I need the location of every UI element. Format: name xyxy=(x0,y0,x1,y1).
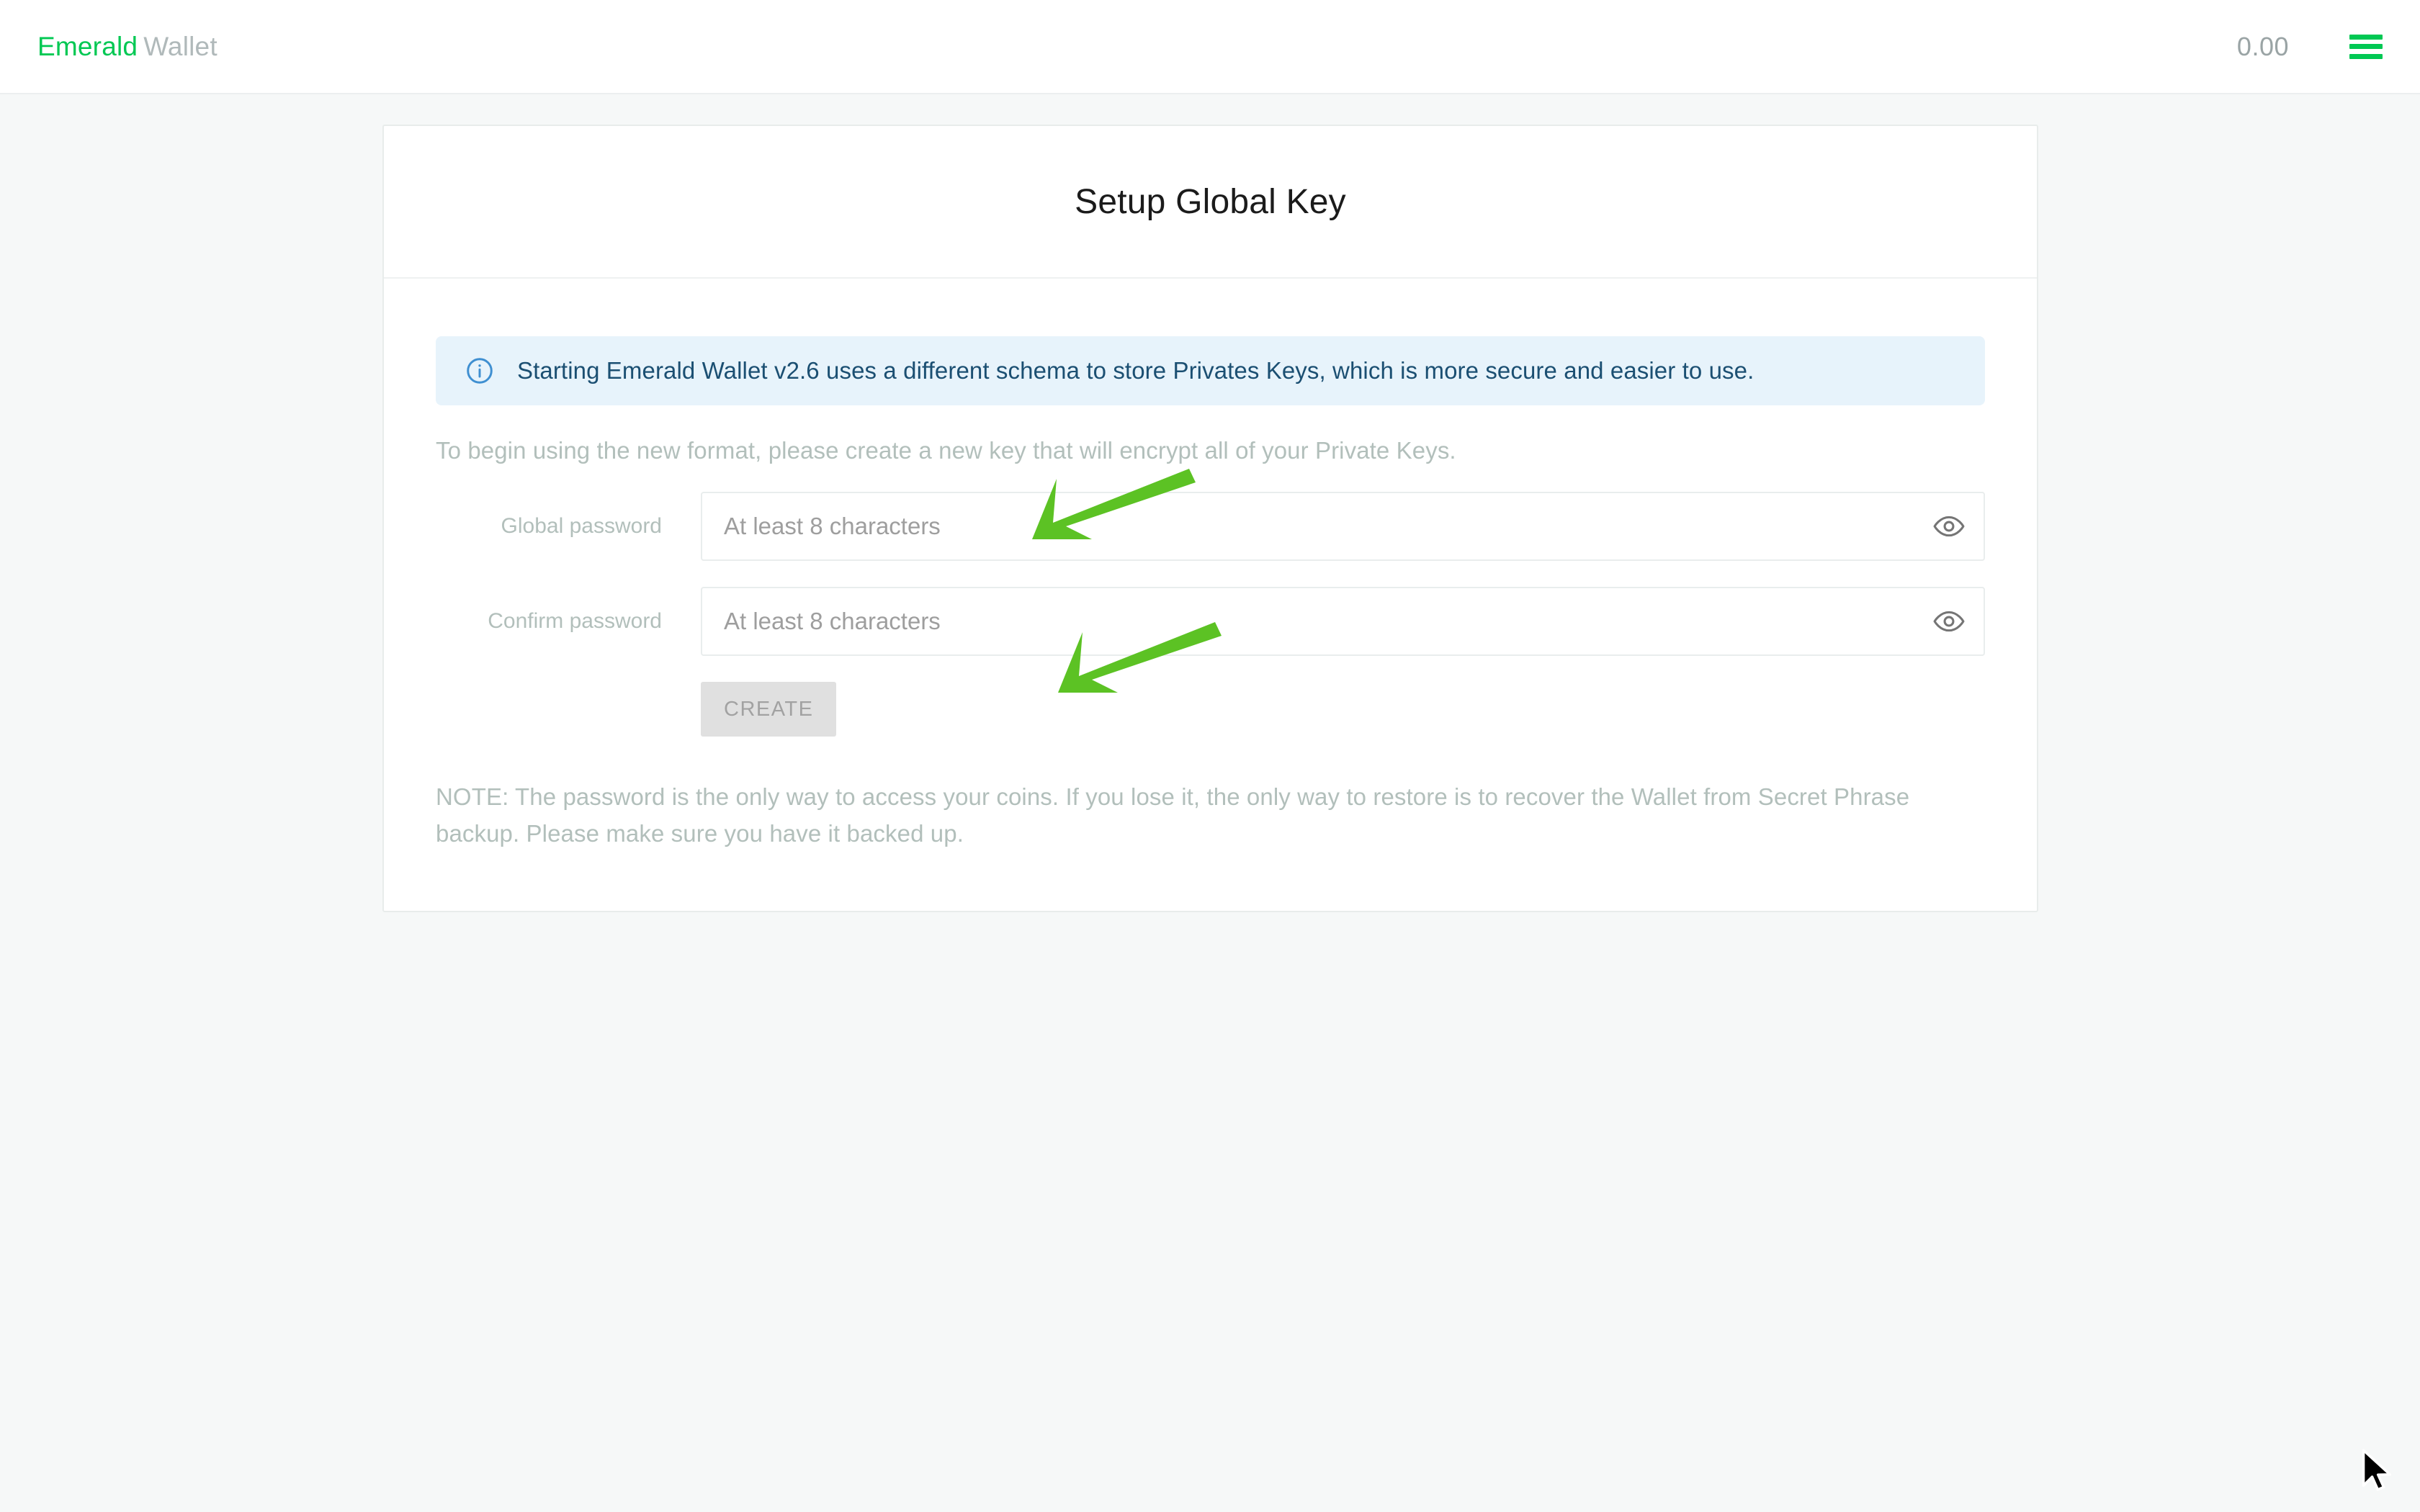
global-key-form: Global password Confirm password xyxy=(436,492,1985,737)
mouse-cursor xyxy=(2362,1449,2392,1491)
info-circle-icon xyxy=(465,356,495,386)
create-action-row: CREATE xyxy=(436,682,1985,737)
confirm-password-eye-icon[interactable] xyxy=(1926,598,1972,644)
setup-global-key-card: Setup Global Key Starting Emerald Wallet… xyxy=(382,125,2038,913)
info-alert-text: Starting Emerald Wallet v2.6 uses a diff… xyxy=(517,357,1754,384)
global-password-field-wrap xyxy=(701,492,1985,561)
global-password-input[interactable] xyxy=(701,492,1985,561)
top-app-bar: Emerald Wallet 0.00 xyxy=(0,0,2420,94)
create-button[interactable]: CREATE xyxy=(701,682,837,737)
app-logo[interactable]: Emerald Wallet xyxy=(37,32,218,62)
confirm-password-field-wrap xyxy=(701,587,1985,656)
brand-name-secondary: Wallet xyxy=(143,31,218,61)
hamburger-menu-icon[interactable] xyxy=(2349,34,2383,59)
top-bar-right-group: 0.00 xyxy=(2237,32,2383,62)
global-password-label: Global password xyxy=(501,514,662,538)
confirm-password-row: Confirm password xyxy=(436,587,1985,656)
hamburger-bar-3 xyxy=(2349,53,2383,59)
card-body: Starting Emerald Wallet v2.6 uses a diff… xyxy=(384,279,2037,911)
card-header: Setup Global Key xyxy=(384,126,2037,279)
brand-name-primary: Emerald xyxy=(37,31,138,61)
hamburger-bar-2 xyxy=(2349,44,2383,49)
global-password-eye-icon[interactable] xyxy=(1926,503,1972,549)
hamburger-bar-1 xyxy=(2349,34,2383,40)
info-alert-banner: Starting Emerald Wallet v2.6 uses a diff… xyxy=(436,336,1985,405)
total-balance: 0.00 xyxy=(2236,31,2289,61)
confirm-password-label: Confirm password xyxy=(488,609,662,633)
intro-text: To begin using the new format, please cr… xyxy=(436,437,1456,464)
global-password-row: Global password xyxy=(436,492,1985,561)
confirm-password-input[interactable] xyxy=(701,587,1985,656)
password-warning-note: NOTE: The password is the only way to ac… xyxy=(436,783,1910,847)
page-title: Setup Global Key xyxy=(1075,182,1346,221)
